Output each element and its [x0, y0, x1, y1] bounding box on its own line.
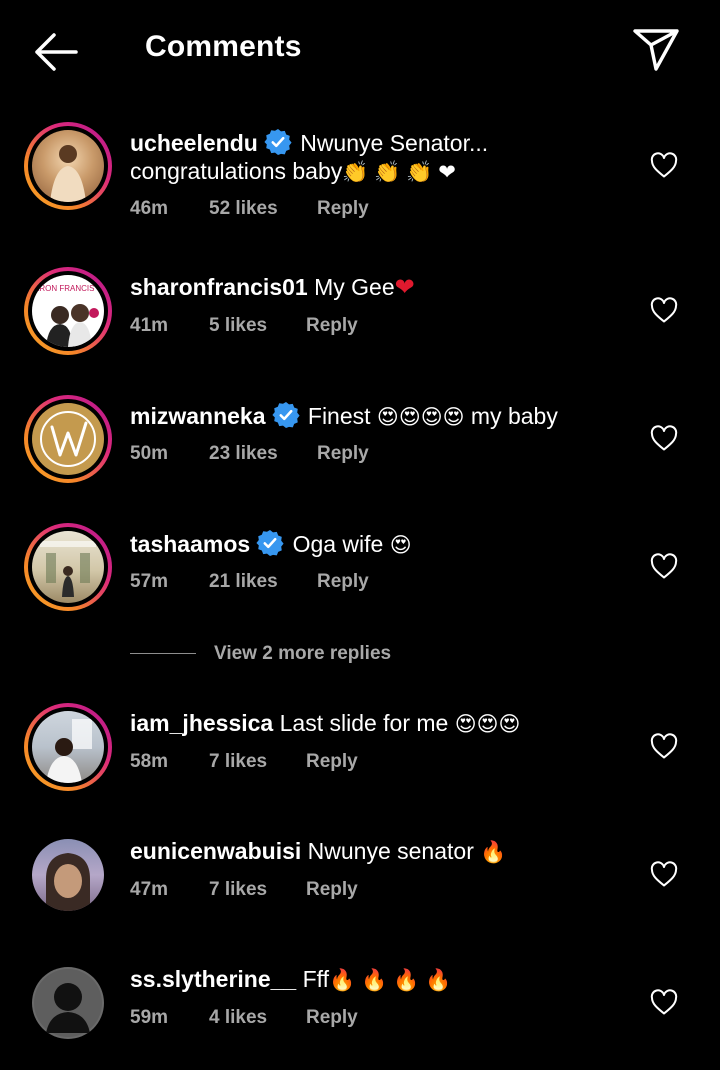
- comment-emojis: 👏 👏 👏 ❤: [342, 161, 456, 184]
- back-arrow-icon[interactable]: [30, 30, 82, 74]
- likes-count[interactable]: 5 likes: [209, 315, 267, 337]
- comment-item: ucheelendu Nwunye Senator... congratulat…: [0, 122, 720, 232]
- reply-button[interactable]: Reply: [306, 751, 358, 773]
- comment-text: ss.slytherine__ Fff🔥 🔥 🔥 🔥: [130, 965, 620, 995]
- username[interactable]: eunicenwabuisi: [130, 838, 301, 864]
- likes-count[interactable]: 7 likes: [209, 751, 267, 773]
- verified-badge-icon: [272, 401, 300, 429]
- like-heart-icon[interactable]: [650, 989, 678, 1015]
- send-icon[interactable]: [632, 27, 680, 73]
- page-title: Comments: [145, 30, 302, 63]
- view-more-label: View 2 more replies: [214, 643, 392, 664]
- reply-button[interactable]: Reply: [317, 571, 369, 593]
- reply-button[interactable]: Reply: [306, 1007, 358, 1029]
- like-heart-icon[interactable]: [650, 553, 678, 579]
- like-heart-icon[interactable]: [650, 297, 678, 323]
- comment-item: ss.slytherine__ Fff🔥 🔥 🔥 🔥 59m 4 likes R…: [0, 959, 720, 1069]
- timestamp: 59m: [130, 1007, 169, 1028]
- comment-item: ARON FRANCIS T sharonfrancis01 My Gee❤ 4…: [0, 267, 720, 377]
- comment-body: Finest: [307, 403, 371, 429]
- timestamp: 46m: [130, 198, 169, 219]
- timestamp: 47m: [130, 879, 169, 900]
- username[interactable]: mizwanneka: [130, 403, 266, 429]
- timestamp: 50m: [130, 443, 169, 464]
- comment-body: Nwunye senator: [307, 838, 474, 864]
- like-heart-icon[interactable]: [650, 152, 678, 178]
- comment-body: Last slide for me: [279, 710, 449, 736]
- likes-count[interactable]: 23 likes: [209, 443, 278, 465]
- comment-text: eunicenwabuisi Nwunye senator 🔥: [130, 837, 620, 867]
- username[interactable]: sharonfrancis01: [130, 274, 308, 300]
- comment-item: mizwanneka Finest 😍😍😍😍 my baby 50m 23 li…: [0, 395, 720, 505]
- comment-body: Fff: [302, 966, 330, 992]
- username[interactable]: ucheelendu: [130, 130, 258, 156]
- avatar[interactable]: [24, 831, 112, 919]
- reply-button[interactable]: Reply: [306, 315, 358, 337]
- comment-emojis: ❤: [394, 274, 415, 301]
- comment-emojis: 😍: [389, 534, 412, 557]
- verified-badge-icon: [264, 128, 292, 156]
- reply-button[interactable]: Reply: [317, 443, 369, 465]
- comment-body: My Gee: [314, 274, 395, 300]
- avatar[interactable]: [24, 395, 112, 483]
- comment-text: tashaamos Oga wife 😍: [130, 529, 620, 560]
- comment-emojis: 😍😍😍: [454, 713, 521, 736]
- avatar[interactable]: [24, 703, 112, 791]
- comment-item: iam_jhessica Last slide for me 😍😍😍 58m 7…: [0, 703, 720, 813]
- timestamp: 58m: [130, 751, 169, 772]
- likes-count[interactable]: 52 likes: [209, 198, 278, 220]
- username[interactable]: tashaamos: [130, 531, 250, 557]
- like-heart-icon[interactable]: [650, 733, 678, 759]
- comment-text: ucheelendu Nwunye Senator... congratulat…: [130, 128, 620, 187]
- timestamp: 57m: [130, 571, 169, 592]
- avatar[interactable]: [24, 122, 112, 210]
- top-bar: Comments: [0, 0, 720, 100]
- comment-emojis: 🔥: [480, 841, 507, 864]
- avatar[interactable]: [24, 959, 112, 1047]
- likes-count[interactable]: 7 likes: [209, 879, 267, 901]
- comment-body-end: my baby: [470, 403, 558, 429]
- comment-emojis: 😍😍😍😍: [376, 406, 465, 429]
- verified-badge-icon: [256, 529, 284, 557]
- comment-text: sharonfrancis01 My Gee❤: [130, 273, 620, 302]
- like-heart-icon[interactable]: [650, 861, 678, 887]
- username[interactable]: iam_jhessica: [130, 710, 273, 736]
- comment-text: iam_jhessica Last slide for me 😍😍😍: [130, 709, 620, 739]
- likes-count[interactable]: 4 likes: [209, 1007, 267, 1029]
- divider-line: [130, 653, 196, 654]
- like-heart-icon[interactable]: [650, 425, 678, 451]
- avatar-text: ARON FRANCIS T: [34, 284, 102, 293]
- reply-button[interactable]: Reply: [317, 198, 369, 220]
- likes-count[interactable]: 21 likes: [209, 571, 278, 593]
- timestamp: 41m: [130, 315, 169, 336]
- reply-button[interactable]: Reply: [306, 879, 358, 901]
- avatar[interactable]: [24, 523, 112, 611]
- comment-item: tashaamos Oga wife 😍 57m 21 likes Reply: [0, 523, 720, 633]
- comment-text: mizwanneka Finest 😍😍😍😍 my baby: [130, 401, 620, 432]
- avatar[interactable]: ARON FRANCIS T: [24, 267, 112, 355]
- comment-item: eunicenwabuisi Nwunye senator 🔥 47m 7 li…: [0, 831, 720, 941]
- comment-body: Oga wife: [292, 531, 384, 557]
- comment-emojis: 🔥 🔥 🔥 🔥: [329, 969, 452, 992]
- view-more-replies[interactable]: View 2 more replies: [130, 640, 430, 670]
- username[interactable]: ss.slytherine__: [130, 966, 296, 992]
